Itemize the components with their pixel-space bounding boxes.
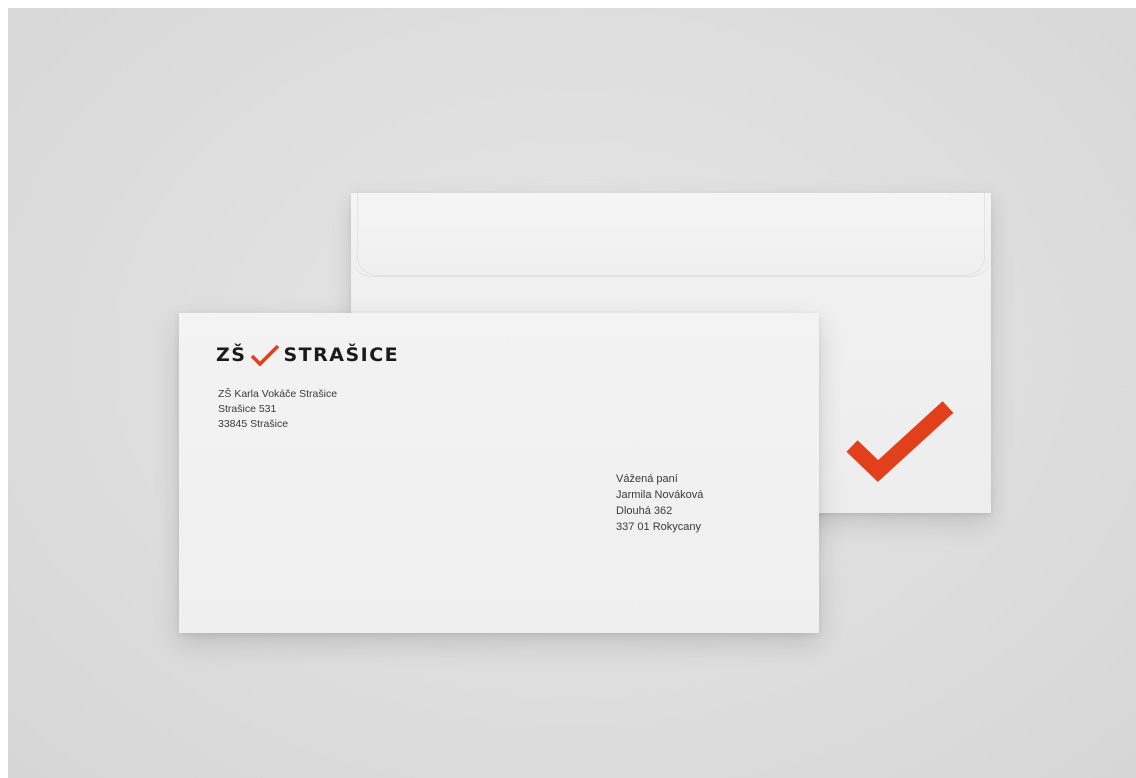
sender-line: Strašice 531 xyxy=(218,403,277,415)
checkmark-icon xyxy=(846,401,954,482)
school-logo: ZŠ STRAŠICE xyxy=(216,340,399,370)
sender-address: ZŠ Karla Vokáče Strašice Strašice 531 33… xyxy=(218,387,337,432)
envelope-flap-edge xyxy=(357,193,985,276)
sender-line: 33845 Strašice xyxy=(218,418,289,430)
recipient-line: 337 01 Rokycany xyxy=(616,521,701,533)
mockup-scene: ZŠ STRAŠICE ZŠ Karla Vokáče Strašice Str… xyxy=(8,8,1136,778)
recipient-address: Vážená paní Jarmila Nováková Dlouhá 362 … xyxy=(616,471,703,535)
logo-checkmark-icon xyxy=(251,344,280,367)
logo-name: STRAŠICE xyxy=(283,344,400,366)
recipient-line: Jarmila Nováková xyxy=(616,489,704,501)
recipient-line: Dlouhá 362 xyxy=(616,505,673,517)
sender-line: ZŠ Karla Vokáče Strašice xyxy=(218,388,338,400)
logo-prefix: ZŠ xyxy=(216,344,247,366)
envelope-flap xyxy=(351,193,991,277)
front-envelope: ZŠ STRAŠICE ZŠ Karla Vokáče Strašice Str… xyxy=(179,313,819,633)
recipient-line: Vážená paní xyxy=(616,473,678,485)
